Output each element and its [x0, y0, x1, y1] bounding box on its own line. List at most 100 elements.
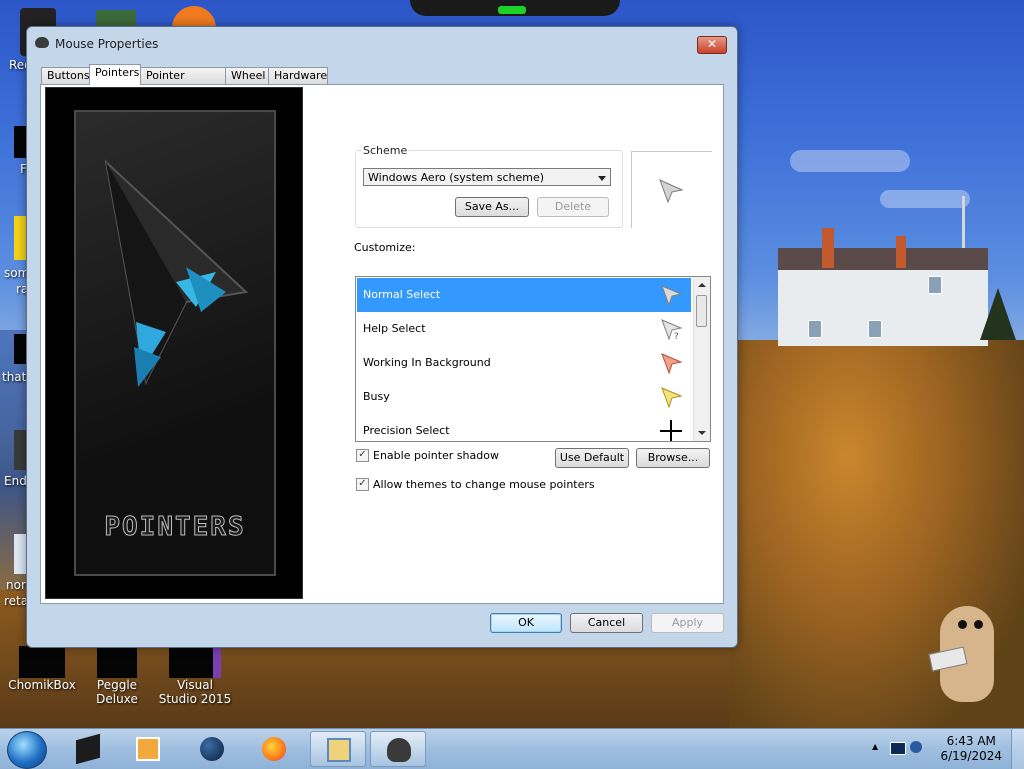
ok-button[interactable]: OK: [490, 613, 562, 633]
clock[interactable]: 6:43 AM 6/19/2024: [940, 734, 1002, 764]
mouse-icon: [35, 37, 49, 48]
taskbar-app-globe[interactable]: [184, 731, 240, 767]
cloud: [880, 190, 970, 208]
house-window: [868, 320, 882, 338]
clock-time: 6:43 AM: [946, 734, 996, 748]
cursor-row-label: Busy: [363, 390, 390, 403]
desktop-icon-label: Visual Studio 2015: [158, 678, 232, 706]
cursor-row-precision-select[interactable]: Precision Select: [357, 414, 691, 441]
window-title: Mouse Properties: [55, 37, 159, 51]
desktop-icon-label: that: [2, 370, 27, 384]
taskbar-app-firefox[interactable]: [246, 731, 302, 767]
chomikbox-icon: [19, 646, 65, 678]
allow-themes-checkbox[interactable]: ✓ Allow themes to change mouse pointers: [356, 478, 595, 491]
scroll-thumb[interactable]: [696, 295, 707, 327]
clock-date: 6/19/2024: [940, 749, 1002, 763]
top-gadget-bar: [410, 0, 620, 16]
delete-button[interactable]: Delete: [537, 197, 609, 217]
cursor-row-label: Working In Background: [363, 356, 491, 369]
apply-button[interactable]: Apply: [651, 613, 724, 633]
volume-icon[interactable]: [910, 741, 922, 753]
tab-wheel[interactable]: Wheel: [225, 67, 271, 84]
art-frame: POINTERS: [74, 110, 276, 576]
folder-icon: [327, 738, 351, 762]
tab-hardware[interactable]: Hardware: [268, 67, 328, 84]
checkbox-label: Enable pointer shadow: [373, 449, 499, 462]
desktop-icon-1[interactable]: [14, 126, 26, 158]
cursor-row-label: Help Select: [363, 322, 426, 335]
tab-buttons[interactable]: Buttons: [41, 67, 91, 84]
taskbar-app-media[interactable]: [120, 731, 176, 767]
customize-label: Customize:: [354, 241, 416, 254]
taskbar-app-explorer[interactable]: [310, 731, 366, 767]
crosshair-cursor-icon: [660, 420, 682, 441]
taskbar: ▲ 6:43 AM 6/19/2024: [0, 728, 1024, 769]
house-window: [808, 320, 822, 338]
scheme-label: Scheme: [361, 144, 410, 157]
desktop-icon-label: nor: [6, 578, 26, 592]
art-label: POINTERS: [104, 512, 246, 543]
gopher-eye: [974, 620, 983, 629]
media-player-icon: [136, 737, 160, 761]
cancel-button[interactable]: Cancel: [570, 613, 643, 633]
desktop-icon-label: ChomikBox: [8, 678, 76, 692]
checkbox-label: Allow themes to change mouse pointers: [373, 478, 595, 491]
taskbar-app-1[interactable]: [60, 731, 116, 767]
tab-pointers[interactable]: Pointers: [89, 64, 141, 85]
pointers-tab-panel: POINTERS Scheme Windows Aero (system sch…: [40, 84, 724, 604]
gopher-eye: [958, 620, 967, 629]
cursor-row-working-in-background[interactable]: Working In Background: [357, 346, 691, 380]
save-as-button[interactable]: Save As...: [455, 197, 529, 217]
house: [778, 228, 988, 346]
pointers-theme-art: POINTERS: [45, 87, 303, 599]
chimney: [822, 228, 834, 268]
mouse-icon: [387, 738, 411, 762]
checkmark-icon: ✓: [356, 478, 369, 491]
desktop-icon-label: Peggle Deluxe: [96, 678, 138, 706]
desktop-icon-5[interactable]: [14, 534, 26, 574]
taskbar-app-mouse-properties[interactable]: [370, 731, 426, 767]
cursor-row-busy[interactable]: Busy: [357, 380, 691, 414]
globe-icon: [200, 737, 224, 761]
desktop-icon-label: reta: [4, 594, 29, 608]
arrow-art-icon: [104, 159, 249, 387]
browse-button[interactable]: Browse...: [636, 448, 710, 468]
title-bar[interactable]: Mouse Properties ✕: [27, 27, 737, 59]
arrow-cursor-icon: [661, 285, 683, 307]
dropdown-arrow-icon: [598, 176, 606, 181]
desktop-icon-chomikbox[interactable]: ChomikBox: [6, 646, 78, 692]
help-cursor-icon: ?: [661, 319, 683, 341]
scroll-up-icon[interactable]: [698, 283, 706, 287]
enable-pointer-shadow-checkbox[interactable]: ✓ Enable pointer shadow: [356, 449, 499, 462]
cursor-row-normal-select[interactable]: Normal Select: [357, 278, 691, 312]
show-desktop-button[interactable]: [1011, 729, 1024, 769]
checkmark-icon: ✓: [356, 449, 369, 462]
pointer-preview: [631, 151, 712, 228]
desktop-icon-2[interactable]: [14, 216, 26, 260]
visual-studio-icon: [169, 646, 221, 678]
desktop-icon-visual-studio[interactable]: Visual Studio 2015: [158, 646, 232, 706]
cursor-row-help-select[interactable]: Help Select ?: [357, 312, 691, 346]
network-icon[interactable]: [890, 742, 906, 755]
scheme-selected: Windows Aero (system scheme): [368, 171, 545, 184]
desktop-icon-3[interactable]: [14, 334, 26, 364]
peggle-icon: [97, 646, 137, 678]
desktop-icon-4[interactable]: [14, 430, 26, 470]
show-hidden-icons-button[interactable]: ▲: [872, 742, 878, 751]
cursor-list[interactable]: Normal Select Help Select ? Working In B…: [355, 276, 711, 442]
gopher-mascot: [928, 606, 1004, 706]
house-window: [928, 276, 942, 294]
use-default-button[interactable]: Use Default: [555, 448, 629, 468]
scheme-dropdown[interactable]: Windows Aero (system scheme): [363, 168, 611, 186]
cursor-list-scrollbar[interactable]: [693, 277, 710, 441]
close-button[interactable]: ✕: [697, 36, 727, 54]
cloud: [790, 150, 910, 172]
working-cursor-icon: [661, 353, 683, 375]
pine-tree: [980, 288, 1016, 340]
desktop-icon-peggle-deluxe[interactable]: Peggle Deluxe: [80, 646, 154, 706]
tab-pointer-options[interactable]: Pointer Options: [140, 67, 228, 98]
start-button[interactable]: [7, 731, 47, 769]
cursor-row-label: Precision Select: [363, 424, 450, 437]
chimney: [896, 236, 906, 268]
scroll-down-icon[interactable]: [698, 431, 706, 435]
